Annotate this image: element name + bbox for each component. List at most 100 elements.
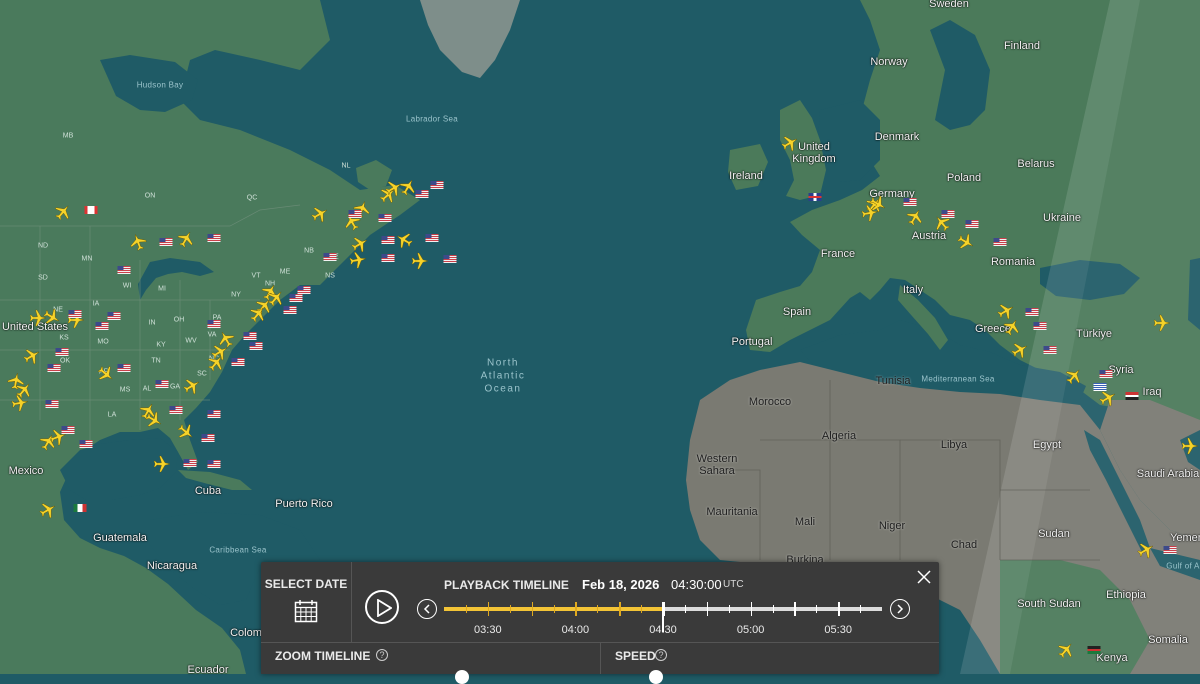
aircraft-icon[interactable] — [399, 178, 417, 196]
flag-us-icon[interactable] — [381, 236, 395, 244]
aircraft-icon[interactable] — [411, 252, 429, 270]
flag-us-icon[interactable] — [207, 460, 221, 468]
aircraft-icon[interactable] — [177, 423, 195, 441]
country-label: Tunisia — [875, 375, 911, 387]
select-date-button[interactable]: SELECT DATE — [261, 562, 352, 642]
flag-us-icon[interactable] — [289, 294, 303, 302]
flag-us-icon[interactable] — [1163, 546, 1177, 554]
aircraft-icon[interactable] — [906, 208, 924, 226]
flag-us-icon[interactable] — [430, 181, 444, 189]
flag-us-icon[interactable] — [965, 220, 979, 228]
flag-us-icon[interactable] — [231, 358, 245, 366]
flag-ke-icon[interactable] — [1087, 646, 1101, 654]
flag-us-icon[interactable] — [117, 364, 131, 372]
step-forward-button[interactable] — [890, 599, 910, 619]
flag-us-icon[interactable] — [381, 254, 395, 262]
aircraft-icon[interactable] — [1137, 541, 1155, 559]
aircraft-icon[interactable] — [349, 251, 367, 269]
flag-us-icon[interactable] — [61, 426, 75, 434]
aircraft-icon[interactable] — [249, 305, 267, 323]
aircraft-icon[interactable] — [1011, 341, 1029, 359]
flag-us-icon[interactable] — [207, 320, 221, 328]
flag-us-icon[interactable] — [201, 434, 215, 442]
aircraft-icon[interactable] — [395, 231, 413, 249]
playback-timeline-title: PLAYBACK TIMELINE — [444, 578, 569, 592]
flag-us-icon[interactable] — [348, 210, 362, 218]
flag-us-icon[interactable] — [443, 255, 457, 263]
country-label: Spain — [782, 306, 812, 318]
aircraft-icon[interactable] — [23, 347, 41, 365]
flag-us-icon[interactable] — [249, 342, 263, 350]
flag-us-icon[interactable] — [378, 214, 392, 222]
country-label: Nicaragua — [146, 560, 198, 572]
flag-us-icon[interactable] — [169, 406, 183, 414]
flag-us-icon[interactable] — [993, 238, 1007, 246]
flag-ca-icon[interactable] — [84, 206, 98, 214]
flag-us-icon[interactable] — [941, 210, 955, 218]
step-back-button[interactable] — [417, 599, 437, 619]
aircraft-icon[interactable] — [781, 134, 799, 152]
flag-us-icon[interactable] — [207, 234, 221, 242]
aircraft-icon[interactable] — [1003, 318, 1021, 336]
flag-us-icon[interactable] — [1025, 308, 1039, 316]
flag-us-icon[interactable] — [55, 348, 69, 356]
flag-us-icon[interactable] — [183, 459, 197, 467]
flag-us-icon[interactable] — [107, 312, 121, 320]
aircraft-icon[interactable] — [145, 411, 163, 429]
flag-us-icon[interactable] — [415, 190, 429, 198]
flag-us-icon[interactable] — [159, 238, 173, 246]
flag-us-icon[interactable] — [1043, 346, 1057, 354]
zoom-slider-handle[interactable] — [455, 670, 469, 684]
aircraft-icon[interactable] — [183, 377, 201, 395]
close-icon[interactable] — [916, 569, 932, 585]
flag-us-icon[interactable] — [243, 332, 257, 340]
flag-us-icon[interactable] — [95, 322, 109, 330]
aircraft-icon[interactable] — [54, 203, 72, 221]
aircraft-icon[interactable] — [177, 230, 195, 248]
flag-us-icon[interactable] — [47, 364, 61, 372]
flag-us-icon[interactable] — [45, 400, 59, 408]
aircraft-icon[interactable] — [207, 354, 225, 372]
play-button[interactable] — [365, 590, 399, 624]
flag-us-icon[interactable] — [117, 266, 131, 274]
aircraft-icon[interactable] — [39, 433, 57, 451]
aircraft-icon[interactable] — [39, 501, 57, 519]
flag-us-icon[interactable] — [297, 286, 311, 294]
flag-us-icon[interactable] — [903, 198, 917, 206]
flag-us-icon[interactable] — [1099, 370, 1113, 378]
flag-mx-icon[interactable] — [73, 504, 87, 512]
flag-gr-icon[interactable] — [1093, 383, 1107, 391]
speed-slider-handle[interactable] — [649, 670, 663, 684]
flag-us-icon[interactable] — [68, 310, 82, 318]
aircraft-icon[interactable] — [11, 394, 29, 412]
flag-gb-icon[interactable] — [808, 193, 822, 201]
sea-label: Labrador Sea — [405, 114, 459, 124]
flag-us-icon[interactable] — [207, 410, 221, 418]
flag-us-icon[interactable] — [283, 306, 297, 314]
aircraft-icon[interactable] — [1065, 367, 1083, 385]
aircraft-icon[interactable] — [1057, 641, 1075, 659]
timeline-playhead[interactable] — [662, 602, 664, 632]
aircraft-icon[interactable] — [1181, 437, 1199, 455]
country-label: Sweden — [929, 0, 969, 10]
flag-us-icon[interactable] — [425, 234, 439, 242]
aircraft-icon[interactable] — [153, 455, 171, 473]
region-label: MB — [62, 132, 74, 140]
aircraft-icon[interactable] — [97, 365, 115, 383]
aircraft-icon[interactable] — [1099, 389, 1117, 407]
aircraft-icon[interactable] — [957, 233, 975, 251]
flag-us-icon[interactable] — [155, 380, 169, 388]
aircraft-icon[interactable] — [869, 195, 887, 213]
flag-us-icon[interactable] — [323, 253, 337, 261]
aircraft-icon[interactable] — [1153, 314, 1171, 332]
aircraft-icon[interactable] — [43, 308, 61, 326]
flag-iq-icon[interactable] — [1125, 392, 1139, 400]
speed-help-icon[interactable]: ? — [655, 649, 667, 661]
aircraft-icon[interactable] — [311, 205, 329, 223]
flag-us-icon[interactable] — [79, 440, 93, 448]
aircraft-icon[interactable] — [129, 233, 147, 251]
zoom-help-icon[interactable]: ? — [376, 649, 388, 661]
flag-us-icon[interactable] — [1033, 322, 1047, 330]
country-label: Colom — [230, 627, 262, 639]
region-label: GA — [169, 383, 181, 391]
